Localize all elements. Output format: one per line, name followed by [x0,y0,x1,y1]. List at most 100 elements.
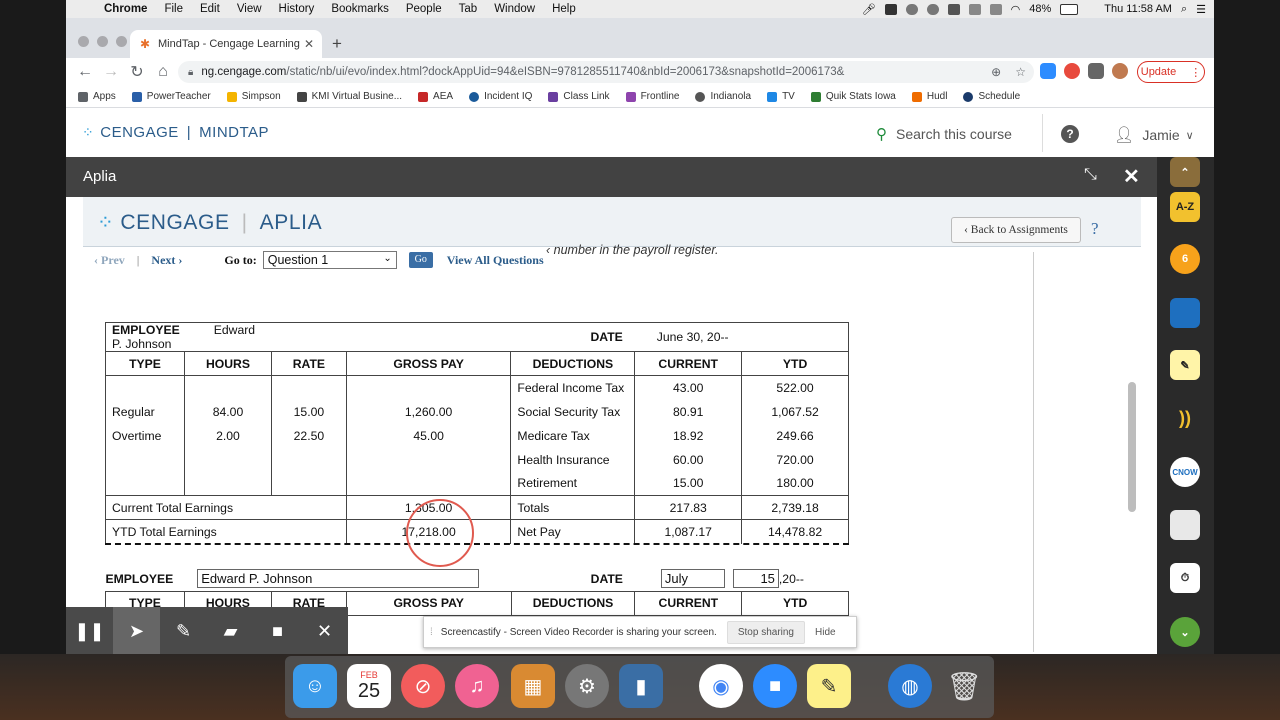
up-chevron-icon[interactable]: ⌃ [1170,157,1200,187]
microphone-icon[interactable]: 🎤︎ [862,3,876,16]
screencastify-icon[interactable] [884,3,897,15]
aplia-help-icon[interactable]: ? [1091,219,1099,239]
close-window-button[interactable] [78,36,89,47]
close-tab-icon[interactable]: ✕ [304,37,314,51]
back-to-assignments-button[interactable]: ‹ Back to Assignments [951,217,1081,243]
profile-avatar[interactable] [1112,63,1128,79]
menu-file[interactable]: File [164,3,183,15]
number-app-icon[interactable]: 6 [1170,244,1200,274]
stickies-icon[interactable]: ✎ [807,664,851,708]
close-toolbar-icon[interactable]: ✕ [301,607,348,655]
bookmark-incident-iq[interactable]: Incident IQ [469,91,532,102]
bookmark-star-icon[interactable]: ☆ [1015,65,1026,79]
minimize-window-button[interactable] [97,36,108,47]
zoom-window-button[interactable] [116,36,127,47]
highlighter-icon[interactable]: ▰ [207,607,254,655]
pause-icon[interactable]: ❚❚ [66,607,113,655]
mindtap-logo[interactable]: ⁘ CENGAGE | MINDTAP [82,124,269,141]
bookmark-apps[interactable]: Apps [78,91,116,102]
timer-app-icon[interactable]: ⏱︎ [1170,563,1200,593]
news-icon[interactable]: ⊘ [401,664,445,708]
menu-view[interactable]: View [237,3,262,15]
battery-icon[interactable] [1060,3,1079,15]
menu-people[interactable]: People [406,3,442,15]
camera-icon[interactable]: ■ [254,607,301,655]
cursor-icon[interactable]: ➤ [113,607,160,655]
menu-window[interactable]: Window [494,3,535,15]
status-icon[interactable] [989,3,1002,15]
menu-tab[interactable]: Tab [459,3,478,15]
clock[interactable]: Thu 11:58 AM [1104,3,1172,15]
screencastify-extension-icon[interactable] [1064,63,1080,79]
help-icon[interactable]: ? [1061,125,1079,143]
chrome-icon[interactable]: ◉ [699,664,743,708]
numbers-icon[interactable]: ▮ [619,664,663,708]
bookmark-frontline[interactable]: Frontline [625,91,679,102]
pen-icon[interactable]: ✎ [160,607,207,655]
view-all-questions-link[interactable]: View All Questions [447,253,544,268]
calendar-icon[interactable]: FEB 25 [347,664,391,708]
zoom-icon[interactable]: ■ [753,664,797,708]
menu-bookmarks[interactable]: Bookmarks [331,3,389,15]
bookmark-indianola[interactable]: Indianola [695,91,751,102]
sync-icon[interactable] [926,3,939,15]
go-button[interactable]: Go [408,252,433,268]
music-icon[interactable]: ♫ [455,664,499,708]
trash-icon[interactable]: 🗑︎ [942,664,986,708]
extensions-puzzle-icon[interactable] [1088,63,1104,79]
close-icon[interactable]: ✕ [1123,164,1140,189]
bookmark-quik-stats[interactable]: Quik Stats Iowa [810,91,896,102]
bookmark-schedule[interactable]: Schedule [963,91,1020,102]
finder-icon[interactable]: ☺ [293,664,337,708]
menu-help[interactable]: Help [552,3,576,15]
employee-name-input[interactable]: Edward P. Johnson [197,569,480,589]
control-center-icon[interactable]: ☰ [1196,3,1206,16]
globe-icon[interactable]: ◍ [888,664,932,708]
document-app-icon[interactable] [1170,510,1200,540]
bookmark-powerteacher[interactable]: PowerTeacher [131,91,211,102]
menu-history[interactable]: History [279,3,315,15]
drag-handle-icon[interactable]: ⁞ [430,627,433,638]
menu-app[interactable]: Chrome [104,3,147,15]
user-menu[interactable]: 👤︎ Jamie ∨ [1114,125,1194,145]
address-bar[interactable]: 🔒︎ ng.cengage.com/static/nb/ui/evo/index… [178,61,1034,83]
scrollbar-thumb[interactable] [1128,382,1136,512]
book-app-icon[interactable] [1170,298,1200,328]
prev-link[interactable]: ‹ Prev [94,253,125,268]
stop-sharing-button[interactable]: Stop sharing [726,620,805,644]
browser-tab[interactable]: ✱ MindTap - Cengage Learning ✕ [130,30,322,58]
creative-cloud-icon[interactable] [947,3,960,15]
menu-edit[interactable]: Edit [200,3,220,15]
screen-icon[interactable] [968,3,981,15]
bookmark-kmi[interactable]: KMI Virtual Busine... [296,91,402,102]
month-input[interactable]: July [660,569,725,589]
bookmark-class-link[interactable]: Class Link [548,91,610,102]
down-chevron-icon[interactable]: ⌄ [1170,617,1200,647]
bookmark-aea[interactable]: AEA [418,91,453,102]
spotlight-icon[interactable]: ⌕ [1181,3,1187,16]
lock-icon[interactable]: 🔒︎ [188,67,193,78]
hide-button[interactable]: Hide [815,627,836,638]
next-link[interactable]: Next › [151,253,182,268]
cloud-icon[interactable] [905,3,918,15]
collapse-icon[interactable]: ⤡ [1084,166,1097,184]
home-icon[interactable]: ⌂ [150,63,176,81]
notes-app-icon[interactable]: ✎ [1170,350,1200,380]
bookmark-hudl[interactable]: Hudl [911,91,947,102]
wifi-icon[interactable]: ◠ [1011,3,1021,16]
back-arrow-icon[interactable]: ← [72,63,98,81]
update-button[interactable]: Update ⋮ [1137,61,1205,83]
bookmark-simpson[interactable]: Simpson [226,91,281,102]
question-select[interactable]: Question 1 ⌄ [262,251,397,269]
new-tab-icon[interactable]: + [332,34,342,54]
cnow-app-icon[interactable]: CNOW [1170,457,1200,487]
calculator-icon[interactable]: ▦ [511,664,555,708]
forward-arrow-icon[interactable]: → [98,63,124,81]
bookmark-tv[interactable]: TV [767,91,795,102]
az-app-icon[interactable]: A-Z [1170,192,1200,222]
day-input[interactable]: 15 [732,569,779,589]
audio-app-icon[interactable]: )) [1170,403,1200,433]
system-preferences-icon[interactable]: ⚙ [565,664,609,708]
zoom-icon[interactable]: ⊕ [991,65,1001,79]
zoom-extension-icon[interactable] [1040,63,1056,79]
